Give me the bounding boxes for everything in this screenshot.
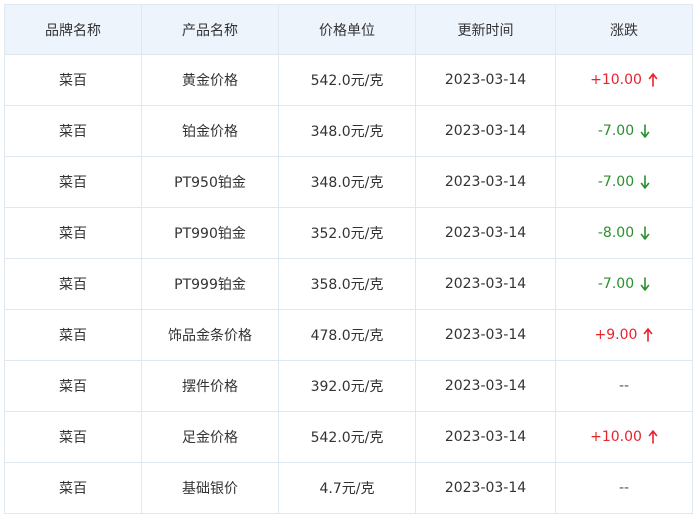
cell-change: +10.00 (555, 411, 693, 463)
change-value: -7.00 (598, 123, 650, 139)
header-brand: 品牌名称 (4, 4, 142, 55)
cell-brand: 菜百 (4, 54, 142, 106)
table-row: 菜百 铂金价格 348.0元/克 2023-03-14 -7.00 (4, 105, 693, 157)
arrow-up-icon (643, 328, 653, 342)
cell-brand: 菜百 (4, 462, 142, 514)
cell-product: 基础银价 (141, 462, 279, 514)
cell-date: 2023-03-14 (415, 156, 556, 208)
change-value: +10.00 (590, 429, 658, 445)
table-row: 菜百 PT990铂金 352.0元/克 2023-03-14 -8.00 (4, 207, 693, 259)
cell-price: 348.0元/克 (278, 105, 416, 157)
change-text: +9.00 (594, 327, 638, 343)
table-row: 菜百 黄金价格 542.0元/克 2023-03-14 +10.00 (4, 54, 693, 106)
cell-date: 2023-03-14 (415, 105, 556, 157)
cell-price: 352.0元/克 (278, 207, 416, 259)
header-product: 产品名称 (141, 4, 279, 55)
change-text: -- (618, 378, 630, 394)
cell-price: 542.0元/克 (278, 54, 416, 106)
cell-product: PT990铂金 (141, 207, 279, 259)
change-text: -7.00 (597, 123, 635, 139)
cell-date: 2023-03-14 (415, 207, 556, 259)
header-update-time: 更新时间 (415, 4, 556, 55)
cell-change: +9.00 (555, 309, 693, 361)
arrow-down-icon (640, 277, 650, 291)
arrow-down-icon (640, 226, 650, 240)
cell-price: 392.0元/克 (278, 360, 416, 412)
cell-product: PT999铂金 (141, 258, 279, 310)
cell-change: -7.00 (555, 156, 693, 208)
cell-brand: 菜百 (4, 258, 142, 310)
change-text: -7.00 (597, 276, 635, 292)
cell-change: -7.00 (555, 258, 693, 310)
cell-product: 足金价格 (141, 411, 279, 463)
table-row: 菜百 饰品金条价格 478.0元/克 2023-03-14 +9.00 (4, 309, 693, 361)
table-body: 菜百 黄金价格 542.0元/克 2023-03-14 +10.00 菜百 铂金价格 348.… (4, 54, 693, 514)
arrow-up-icon (648, 73, 658, 87)
header-change: 涨跌 (555, 4, 693, 55)
cell-brand: 菜百 (4, 309, 142, 361)
cell-date: 2023-03-14 (415, 360, 556, 412)
change-text: +10.00 (590, 429, 642, 445)
cell-change: -7.00 (555, 105, 693, 157)
page: 品牌名称 产品名称 价格单位 更新时间 涨跌 菜百 黄金价格 542.0元/克 202… (0, 0, 696, 516)
cell-price: 478.0元/克 (278, 309, 416, 361)
change-value: -8.00 (598, 225, 650, 241)
cell-product: 黄金价格 (141, 54, 279, 106)
cell-price: 4.7元/克 (278, 462, 416, 514)
cell-product: 铂金价格 (141, 105, 279, 157)
cell-product: 摆件价格 (141, 360, 279, 412)
cell-date: 2023-03-14 (415, 462, 556, 514)
table-header-row: 品牌名称 产品名称 价格单位 更新时间 涨跌 (4, 4, 693, 55)
cell-date: 2023-03-14 (415, 411, 556, 463)
table-row: 菜百 PT950铂金 348.0元/克 2023-03-14 -7.00 (4, 156, 693, 208)
arrow-down-icon (640, 175, 650, 189)
table-row: 菜百 摆件价格 392.0元/克 2023-03-14 -- (4, 360, 693, 412)
change-value: +10.00 (590, 72, 658, 88)
change-value: -- (619, 378, 629, 394)
table-row: 菜百 PT999铂金 358.0元/克 2023-03-14 -7.00 (4, 258, 693, 310)
change-text: -8.00 (597, 225, 635, 241)
cell-date: 2023-03-14 (415, 54, 556, 106)
cell-price: 358.0元/克 (278, 258, 416, 310)
change-value: +9.00 (595, 327, 654, 343)
cell-date: 2023-03-14 (415, 309, 556, 361)
cell-price: 542.0元/克 (278, 411, 416, 463)
change-text: -- (618, 480, 630, 496)
cell-change: -- (555, 462, 693, 514)
cell-change: +10.00 (555, 54, 693, 106)
table-row: 菜百 足金价格 542.0元/克 2023-03-14 +10.00 (4, 411, 693, 463)
cell-brand: 菜百 (4, 207, 142, 259)
header-price-unit: 价格单位 (278, 4, 416, 55)
cell-change: -- (555, 360, 693, 412)
change-text: +10.00 (590, 72, 642, 88)
change-text: -7.00 (597, 174, 635, 190)
cell-brand: 菜百 (4, 156, 142, 208)
price-table: 品牌名称 产品名称 价格单位 更新时间 涨跌 菜百 黄金价格 542.0元/克 202… (4, 4, 693, 514)
cell-brand: 菜百 (4, 105, 142, 157)
change-value: -7.00 (598, 174, 650, 190)
table-row: 菜百 基础银价 4.7元/克 2023-03-14 -- (4, 462, 693, 514)
cell-product: 饰品金条价格 (141, 309, 279, 361)
cell-price: 348.0元/克 (278, 156, 416, 208)
cell-brand: 菜百 (4, 411, 142, 463)
change-value: -- (619, 480, 629, 496)
arrow-up-icon (648, 430, 658, 444)
cell-change: -8.00 (555, 207, 693, 259)
cell-product: PT950铂金 (141, 156, 279, 208)
cell-date: 2023-03-14 (415, 258, 556, 310)
change-value: -7.00 (598, 276, 650, 292)
cell-brand: 菜百 (4, 360, 142, 412)
arrow-down-icon (640, 124, 650, 138)
